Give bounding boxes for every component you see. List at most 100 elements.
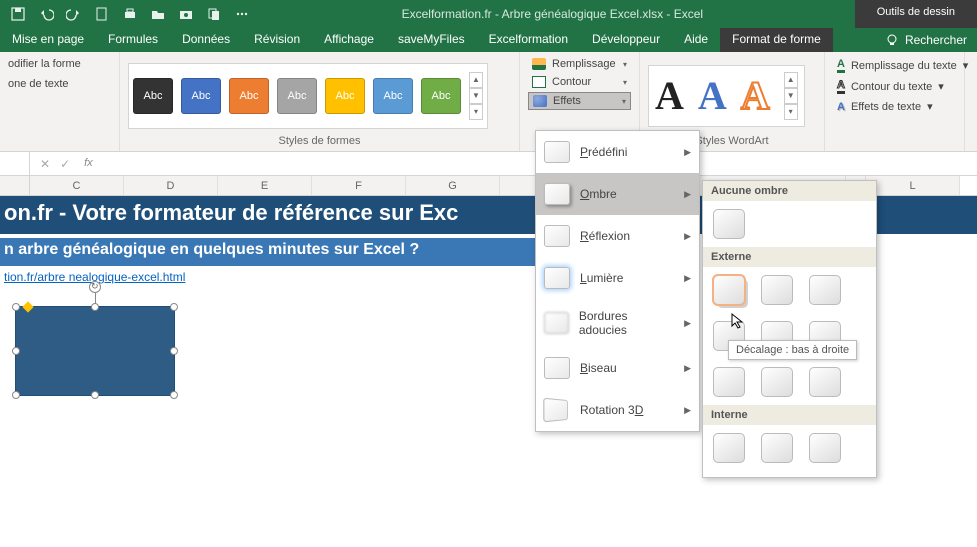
- cancel-icon[interactable]: ✕: [40, 157, 50, 171]
- col-header[interactable]: L: [866, 176, 960, 195]
- shadow-option[interactable]: [809, 433, 841, 463]
- menu-reflection[interactable]: Réflexion▶: [536, 215, 699, 257]
- text-fill-button[interactable]: ARemplissage du texte▾: [833, 56, 956, 75]
- label: Rotation 3D: [580, 403, 643, 417]
- style-swatch[interactable]: Abc: [373, 78, 413, 114]
- text-outline-button[interactable]: AContour du texte▾: [833, 77, 956, 96]
- col-header[interactable]: C: [30, 176, 124, 195]
- menu-rotation3d[interactable]: Rotation 3D▶: [536, 389, 699, 431]
- wordart-swatch[interactable]: A: [655, 72, 684, 119]
- shadow-option[interactable]: [761, 367, 793, 397]
- header-none: Aucune ombre: [703, 181, 876, 201]
- shadow-option[interactable]: [761, 433, 793, 463]
- shadow-option[interactable]: [809, 367, 841, 397]
- shape-fill-button[interactable]: Remplissage▾: [528, 56, 631, 72]
- label: Ombre: [580, 187, 617, 201]
- tab-formulas[interactable]: Formules: [96, 28, 170, 52]
- new-icon[interactable]: [94, 6, 110, 22]
- selected-shape[interactable]: [15, 306, 175, 396]
- menu-shadow[interactable]: Ombre▶: [536, 173, 699, 215]
- style-swatch[interactable]: Abc: [277, 78, 317, 114]
- resize-handle[interactable]: [170, 303, 178, 311]
- shadow-offset-br[interactable]: [713, 275, 745, 305]
- fill-icon: [532, 58, 546, 70]
- name-box[interactable]: [0, 152, 30, 175]
- tab-data[interactable]: Données: [170, 28, 242, 52]
- edit-shape-button[interactable]: odifier la forme: [8, 56, 81, 72]
- tab-developer[interactable]: Développeur: [580, 28, 672, 52]
- adjust-handle[interactable]: [22, 301, 33, 312]
- label: Effets: [553, 95, 581, 107]
- shadow-option[interactable]: [713, 433, 745, 463]
- ribbon: odifier la forme one de texte Abc Abc Ab…: [0, 52, 977, 152]
- label: Remplissage: [552, 58, 616, 70]
- text-effects-button[interactable]: AEffets de texte▾: [833, 98, 956, 115]
- search-box[interactable]: Rechercher: [875, 28, 977, 52]
- quick-access-toolbar: [0, 6, 250, 22]
- style-swatch[interactable]: Abc: [421, 78, 461, 114]
- camera-icon[interactable]: [178, 6, 194, 22]
- label: Lumière: [580, 271, 623, 285]
- shape-effects-button[interactable]: Effets▾: [528, 92, 631, 110]
- tab-layout[interactable]: Mise en page: [0, 28, 96, 52]
- style-swatch[interactable]: Abc: [133, 78, 173, 114]
- group-insert-shapes: odifier la forme one de texte: [0, 52, 120, 151]
- redo-icon[interactable]: [66, 6, 82, 22]
- gallery-scroll[interactable]: ▲▼▾: [469, 72, 483, 120]
- tab-savemyfiles[interactable]: saveMyFiles: [386, 28, 477, 52]
- label: Remplissage du texte: [851, 60, 957, 72]
- tab-excelformation[interactable]: Excelformation: [477, 28, 580, 52]
- tab-format-shape[interactable]: Format de forme: [720, 28, 833, 52]
- shadow-none[interactable]: [713, 209, 745, 239]
- shadow-option[interactable]: [713, 367, 745, 397]
- copy-icon[interactable]: [206, 6, 222, 22]
- confirm-icon[interactable]: ✓: [60, 157, 70, 171]
- resize-handle[interactable]: [12, 303, 20, 311]
- resize-handle[interactable]: [170, 391, 178, 399]
- bulb-icon: [885, 33, 899, 47]
- resize-handle[interactable]: [91, 391, 99, 399]
- more-icon[interactable]: [234, 6, 250, 22]
- col-header[interactable]: E: [218, 176, 312, 195]
- resize-handle[interactable]: [91, 303, 99, 311]
- shadow-option[interactable]: [809, 275, 841, 305]
- effects-icon: [533, 95, 547, 107]
- col-header[interactable]: F: [312, 176, 406, 195]
- title-bar: Excelformation.fr - Arbre généalogique E…: [0, 0, 977, 28]
- undo-icon[interactable]: [38, 6, 54, 22]
- gallery-scroll[interactable]: ▲▼▾: [784, 72, 798, 120]
- effects-menu: Prédéfini▶ Ombre▶ Réflexion▶ Lumière▶ Bo…: [535, 130, 700, 432]
- tab-help[interactable]: Aide: [672, 28, 720, 52]
- text-outline-icon: A: [837, 79, 845, 94]
- tab-review[interactable]: Révision: [242, 28, 312, 52]
- style-swatch[interactable]: Abc: [229, 78, 269, 114]
- shadow-option[interactable]: [761, 275, 793, 305]
- wordart-gallery[interactable]: A A A ▲▼▾: [648, 65, 805, 127]
- col-header[interactable]: D: [124, 176, 218, 195]
- resize-handle[interactable]: [170, 347, 178, 355]
- shape-outline-button[interactable]: Contour▾: [528, 74, 631, 90]
- label: Biseau: [580, 361, 617, 375]
- style-swatch[interactable]: Abc: [325, 78, 365, 114]
- rotation-handle[interactable]: [89, 281, 101, 293]
- wordart-swatch[interactable]: A: [698, 72, 727, 119]
- tab-view[interactable]: Affichage: [312, 28, 386, 52]
- label: Bordures adoucies: [579, 309, 674, 337]
- menu-softedges[interactable]: Bordures adoucies▶: [536, 299, 699, 347]
- style-swatch[interactable]: Abc: [181, 78, 221, 114]
- menu-glow[interactable]: Lumière▶: [536, 257, 699, 299]
- resize-handle[interactable]: [12, 347, 20, 355]
- print-icon[interactable]: [122, 6, 138, 22]
- wordart-swatch[interactable]: A: [741, 72, 770, 119]
- fx-icon[interactable]: fx: [80, 157, 93, 171]
- shape-style-gallery[interactable]: Abc Abc Abc Abc Abc Abc Abc ▲▼▾: [128, 63, 488, 129]
- select-all-corner[interactable]: [0, 176, 30, 195]
- col-header[interactable]: G: [406, 176, 500, 195]
- resize-handle[interactable]: [12, 391, 20, 399]
- menu-preset[interactable]: Prédéfini▶: [536, 131, 699, 173]
- save-icon[interactable]: [10, 6, 26, 22]
- open-icon[interactable]: [150, 6, 166, 22]
- menu-bevel[interactable]: Biseau▶: [536, 347, 699, 389]
- reflection-icon: [544, 225, 570, 247]
- text-box-button[interactable]: one de texte: [8, 76, 69, 92]
